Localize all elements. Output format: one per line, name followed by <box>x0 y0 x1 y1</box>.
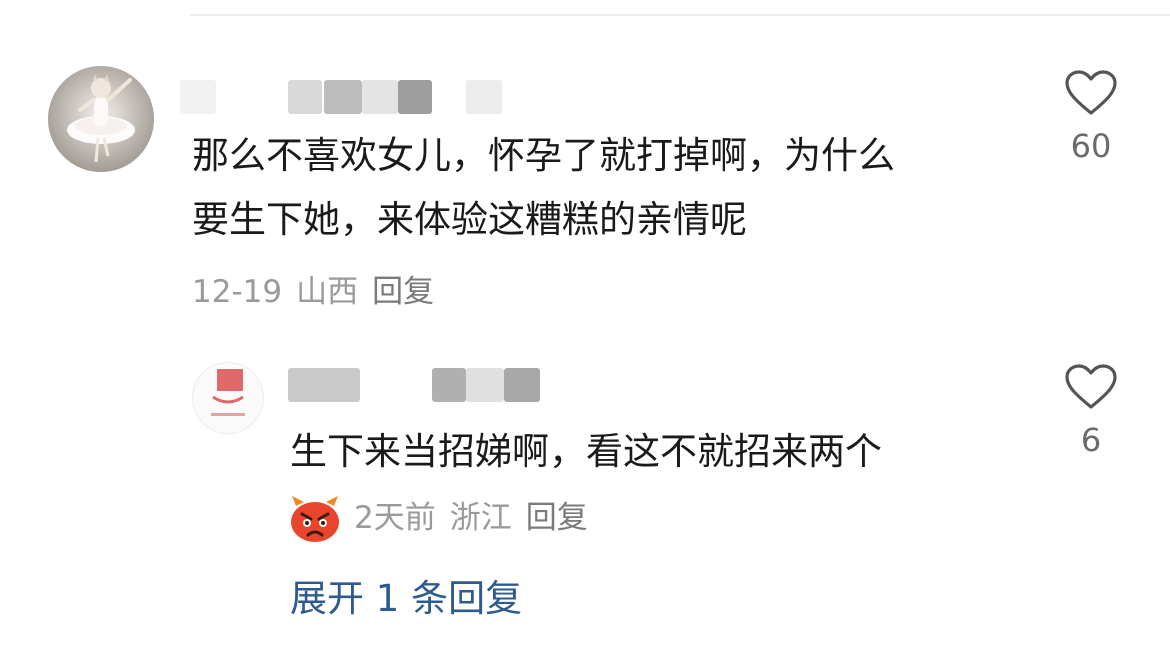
reply-meta: 2天前 浙江 回复 <box>354 498 588 538</box>
reply-like-count: 6 <box>1080 421 1102 459</box>
reply-like-button[interactable]: 6 <box>1046 364 1136 460</box>
comment-like-button[interactable]: 60 <box>1046 70 1136 166</box>
comment-text-line-2: 要生下她，来体验这糟糕的亲情呢 <box>192 198 747 241</box>
reply-date: 2天前 <box>354 500 436 536</box>
reply-avatar[interactable] <box>192 362 264 434</box>
comment-location: 山西 <box>296 274 359 310</box>
reply-location: 浙江 <box>449 500 512 536</box>
comment-reply-button[interactable]: 回复 <box>372 272 434 312</box>
ballerina-cat-icon <box>48 66 154 172</box>
comment-meta: 12-19 山西 回复 <box>192 272 434 312</box>
reply-reply-button[interactable]: 回复 <box>526 498 588 538</box>
top-divider <box>190 14 1170 16</box>
heart-outline-icon <box>1065 364 1117 409</box>
commenter-avatar[interactable] <box>48 66 154 172</box>
heart-outline-icon <box>1065 70 1117 115</box>
reply-text: 生下来当招娣啊，看这不就招来两个 <box>290 430 882 473</box>
comment-date: 12-19 <box>192 274 283 310</box>
angry-red-emoji-icon <box>288 492 342 544</box>
comment-like-count: 60 <box>1070 127 1112 165</box>
red-logo-icon <box>211 369 245 416</box>
comment-text-line-1: 那么不喜欢女儿，怀孕了就打掉啊，为什么 <box>192 134 895 177</box>
expand-replies-link[interactable]: 展开 1 条回复 <box>290 574 522 624</box>
